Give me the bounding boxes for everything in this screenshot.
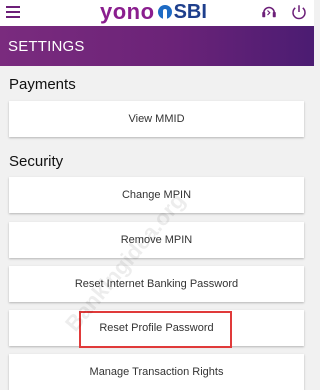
page-header: SETTINGS (0, 26, 314, 66)
section-title-payments: Payments (9, 76, 76, 93)
highlight-box (79, 311, 232, 348)
brand-logo: yono SBI (100, 0, 207, 24)
change-mpin-button[interactable]: Change MPIN (9, 177, 304, 213)
brand-sbi-text: SBI (173, 0, 207, 23)
manage-transaction-rights-button[interactable]: Manage Transaction Rights (9, 354, 304, 390)
reset-internet-banking-password-button[interactable]: Reset Internet Banking Password (9, 266, 304, 302)
view-mmid-button[interactable]: View MMID (9, 101, 304, 137)
phone-headset-icon[interactable] (260, 3, 278, 21)
menu-icon[interactable] (6, 6, 20, 18)
section-title-security: Security (9, 153, 64, 170)
top-bar: yono SBI (0, 0, 314, 26)
sbi-logo-icon (157, 5, 172, 19)
remove-mpin-button[interactable]: Remove MPIN (9, 222, 304, 258)
brand-yono-text: yono (100, 0, 155, 24)
power-icon[interactable] (290, 3, 308, 21)
page-title: SETTINGS (8, 37, 85, 55)
